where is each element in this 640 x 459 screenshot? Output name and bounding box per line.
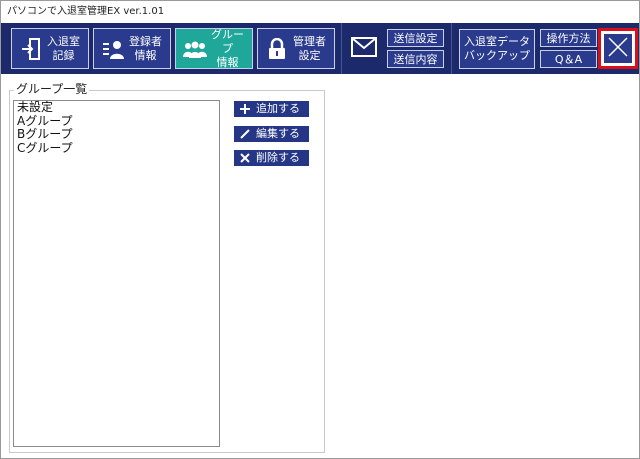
envelope-icon bbox=[351, 37, 377, 61]
window-title: パソコンで入退室管理EX ver.1.01 bbox=[7, 6, 165, 17]
close-button-face bbox=[604, 34, 632, 63]
close-x-icon bbox=[607, 36, 629, 62]
delete-group-label: 削除する bbox=[256, 151, 300, 164]
edit-group-button[interactable]: 編集する bbox=[234, 126, 309, 142]
add-group-label: 追加する bbox=[256, 102, 300, 115]
add-group-button[interactable]: 追加する bbox=[234, 101, 309, 117]
data-backup-button[interactable]: 入退室データ バックアップ bbox=[459, 29, 535, 69]
close-button[interactable] bbox=[598, 28, 638, 69]
list-item[interactable]: Bグループ bbox=[14, 127, 219, 142]
list-item[interactable]: 未設定 bbox=[14, 101, 219, 115]
list-item[interactable]: Cグループ bbox=[14, 141, 219, 156]
list-item[interactable]: Aグループ bbox=[14, 114, 219, 129]
app-window: パソコンで入退室管理EX ver.1.01 入退室 記録 登録者 情報 グループ… bbox=[0, 0, 640, 459]
nav-label: グループ 情報 bbox=[211, 27, 244, 69]
faq-button[interactable]: Q＆A bbox=[540, 50, 597, 68]
nav-button-group-info[interactable]: グループ 情報 bbox=[175, 28, 253, 69]
door-enter-icon bbox=[19, 37, 43, 61]
group-users-icon bbox=[183, 37, 207, 61]
lock-icon bbox=[265, 37, 289, 61]
toolbar-divider bbox=[451, 23, 452, 74]
nav-label: 入退室 記録 bbox=[47, 34, 80, 62]
mail-icon[interactable] bbox=[351, 37, 377, 59]
manual-button[interactable]: 操作方法 bbox=[540, 29, 597, 47]
group-listbox[interactable]: 未設定 Aグループ Bグループ Cグループ bbox=[13, 100, 220, 447]
delete-x-icon bbox=[238, 151, 252, 165]
pencil-icon bbox=[238, 127, 252, 141]
main-toolbar: 入退室 記録 登録者 情報 グループ 情報 管理者 設定 送信設定 送信内容 入… bbox=[1, 23, 639, 74]
nav-label: 管理者 設定 bbox=[293, 34, 326, 62]
nav-label: 登録者 情報 bbox=[129, 34, 162, 62]
title-bar: パソコンで入退室管理EX ver.1.01 bbox=[1, 1, 639, 23]
group-list-legend: グループ一覧 bbox=[14, 82, 90, 97]
user-list-icon bbox=[101, 37, 125, 61]
nav-button-entry-record[interactable]: 入退室 記録 bbox=[11, 28, 89, 69]
edit-group-label: 編集する bbox=[256, 127, 300, 140]
nav-button-registrant-info[interactable]: 登録者 情報 bbox=[93, 28, 171, 69]
nav-button-admin-settings[interactable]: 管理者 設定 bbox=[257, 28, 335, 69]
plus-icon bbox=[238, 102, 252, 116]
send-content-button[interactable]: 送信内容 bbox=[387, 50, 444, 68]
delete-group-button[interactable]: 削除する bbox=[234, 150, 309, 166]
toolbar-divider bbox=[341, 23, 342, 74]
send-settings-button[interactable]: 送信設定 bbox=[387, 29, 444, 47]
